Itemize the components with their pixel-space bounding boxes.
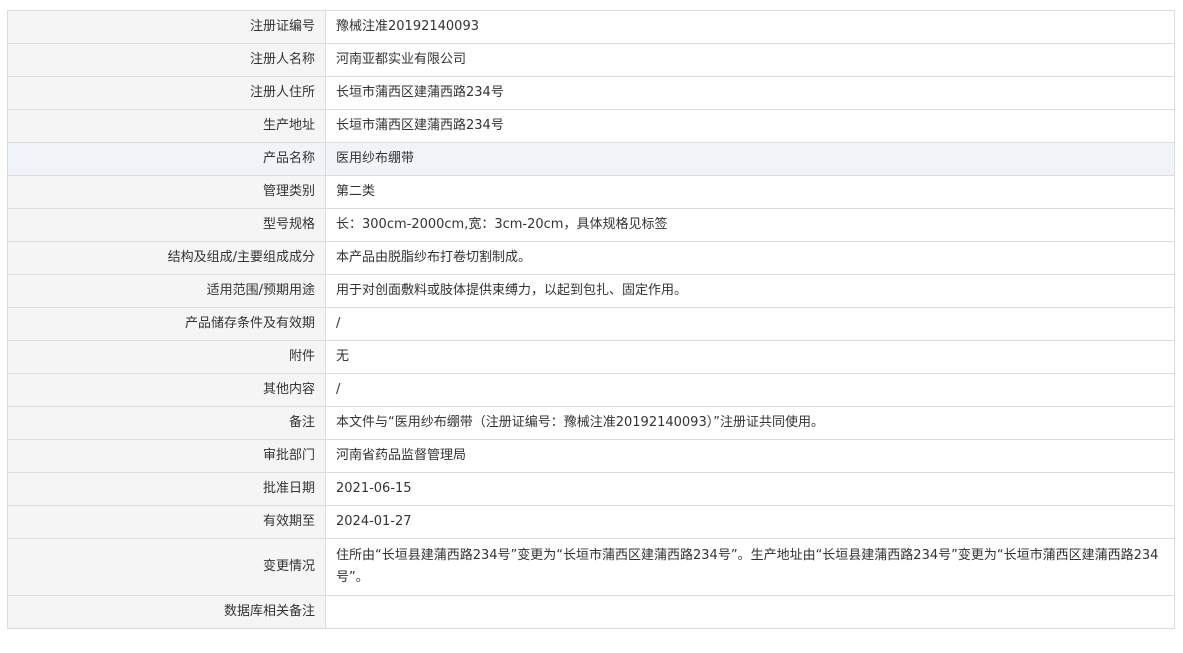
table-row: 产品名称 医用纱布绷带 bbox=[7, 142, 1175, 176]
table-row: 变更情况 住所由“长垣县建蒲西路234号”变更为“长垣市蒲西区建蒲西路234号”… bbox=[7, 538, 1175, 596]
row-label: 数据库相关备注 bbox=[7, 595, 326, 629]
row-value: 长垣市蒲西区建蒲西路234号 bbox=[325, 76, 1175, 110]
registration-info-panel: 注册证编号 豫械注准20192140093 注册人名称 河南亚都实业有限公司 注… bbox=[7, 10, 1175, 629]
table-row: 注册人住所 长垣市蒲西区建蒲西路234号 bbox=[7, 76, 1175, 110]
row-value: 2021-06-15 bbox=[325, 472, 1175, 506]
row-label: 产品储存条件及有效期 bbox=[7, 307, 326, 341]
table-row: 批准日期 2021-06-15 bbox=[7, 472, 1175, 506]
row-label: 备注 bbox=[7, 406, 326, 440]
table-row: 附件 无 bbox=[7, 340, 1175, 374]
table-row: 型号规格 长：300cm-2000cm,宽：3cm-20cm，具体规格见标签 bbox=[7, 208, 1175, 242]
table-row: 注册人名称 河南亚都实业有限公司 bbox=[7, 43, 1175, 77]
row-label: 变更情况 bbox=[7, 538, 326, 596]
row-label: 注册证编号 bbox=[7, 10, 326, 44]
table-row: 备注 本文件与“医用纱布绷带（注册证编号：豫械注准20192140093）”注册… bbox=[7, 406, 1175, 440]
table-row: 注册证编号 豫械注准20192140093 bbox=[7, 10, 1175, 44]
row-label: 生产地址 bbox=[7, 109, 326, 143]
row-value: 无 bbox=[325, 340, 1175, 374]
table-row: 适用范围/预期用途 用于对创面敷料或肢体提供束缚力，以起到包扎、固定作用。 bbox=[7, 274, 1175, 308]
table-row: 产品储存条件及有效期 / bbox=[7, 307, 1175, 341]
row-value: 河南省药品监督管理局 bbox=[325, 439, 1175, 473]
row-value: / bbox=[325, 373, 1175, 407]
row-value: 本产品由脱脂纱布打卷切割制成。 bbox=[325, 241, 1175, 275]
row-label: 注册人住所 bbox=[7, 76, 326, 110]
row-value: / bbox=[325, 307, 1175, 341]
row-value: 用于对创面敷料或肢体提供束缚力，以起到包扎、固定作用。 bbox=[325, 274, 1175, 308]
row-value: 2024-01-27 bbox=[325, 505, 1175, 539]
row-label: 产品名称 bbox=[7, 142, 326, 176]
table-row: 其他内容 / bbox=[7, 373, 1175, 407]
table-row: 审批部门 河南省药品监督管理局 bbox=[7, 439, 1175, 473]
row-value: 医用纱布绷带 bbox=[325, 142, 1175, 176]
row-label: 批准日期 bbox=[7, 472, 326, 506]
row-value: 河南亚都实业有限公司 bbox=[325, 43, 1175, 77]
row-label: 附件 bbox=[7, 340, 326, 374]
row-value: 第二类 bbox=[325, 175, 1175, 209]
row-label: 审批部门 bbox=[7, 439, 326, 473]
registration-info-table: 注册证编号 豫械注准20192140093 注册人名称 河南亚都实业有限公司 注… bbox=[7, 10, 1175, 629]
row-value bbox=[325, 595, 1175, 629]
row-value: 住所由“长垣县建蒲西路234号”变更为“长垣市蒲西区建蒲西路234号”。生产地址… bbox=[325, 538, 1175, 596]
table-row: 生产地址 长垣市蒲西区建蒲西路234号 bbox=[7, 109, 1175, 143]
row-value: 豫械注准20192140093 bbox=[325, 10, 1175, 44]
row-label: 管理类别 bbox=[7, 175, 326, 209]
row-value: 长垣市蒲西区建蒲西路234号 bbox=[325, 109, 1175, 143]
row-label: 注册人名称 bbox=[7, 43, 326, 77]
row-label: 型号规格 bbox=[7, 208, 326, 242]
table-row: 有效期至 2024-01-27 bbox=[7, 505, 1175, 539]
table-row: 管理类别 第二类 bbox=[7, 175, 1175, 209]
table-row: 结构及组成/主要组成成分 本产品由脱脂纱布打卷切割制成。 bbox=[7, 241, 1175, 275]
row-label: 其他内容 bbox=[7, 373, 326, 407]
row-label: 有效期至 bbox=[7, 505, 326, 539]
table-row: 数据库相关备注 bbox=[7, 595, 1175, 629]
row-value: 长：300cm-2000cm,宽：3cm-20cm，具体规格见标签 bbox=[325, 208, 1175, 242]
row-value: 本文件与“医用纱布绷带（注册证编号：豫械注准20192140093）”注册证共同… bbox=[325, 406, 1175, 440]
row-label: 适用范围/预期用途 bbox=[7, 274, 326, 308]
row-label: 结构及组成/主要组成成分 bbox=[7, 241, 326, 275]
